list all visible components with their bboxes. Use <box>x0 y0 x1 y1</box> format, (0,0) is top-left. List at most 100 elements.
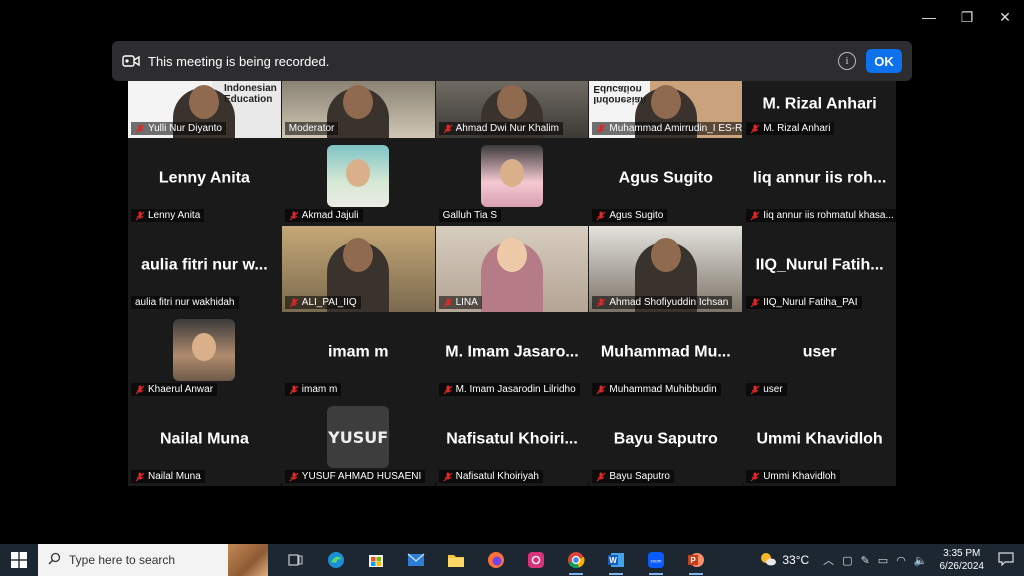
weather-widget[interactable]: 33°C <box>759 551 809 570</box>
person-head <box>496 85 527 119</box>
participant-display-name: Agus Sugito <box>618 169 713 187</box>
participant-tile[interactable]: Indonesian Education Yulli Nur Diyanto <box>128 81 281 138</box>
participant-tile[interactable]: Galluh Tia S <box>435 139 589 225</box>
participant-tile[interactable]: imam m imam m <box>281 313 435 399</box>
participant-name-tag: Lenny Anita <box>131 209 205 222</box>
volume-icon[interactable]: 🔈 <box>914 554 928 567</box>
powerpoint-icon[interactable]: P <box>676 544 716 576</box>
task-view-icon[interactable] <box>276 544 316 576</box>
participant-name-tag: IIQ_Nurul Fatiha_PAI <box>746 296 862 309</box>
participant-display-name: Muhammad Mu... <box>600 343 731 361</box>
participant-name: user <box>763 384 783 395</box>
chevron-up-icon[interactable]: ︿ <box>823 552 834 568</box>
info-icon[interactable]: i <box>838 52 856 70</box>
participant-tile[interactable]: LINA <box>435 226 589 312</box>
avatar-face <box>192 333 217 361</box>
taskbar-search-box[interactable]: Type here to search <box>38 544 268 576</box>
word-icon[interactable]: W <box>596 544 636 576</box>
file-explorer-icon[interactable] <box>436 544 476 576</box>
participant-tile[interactable]: Ahmad Shofiyuddin Ichsan <box>589 226 743 312</box>
participant-name: Muhammad Muhibbudin <box>609 384 717 395</box>
participant-tile[interactable]: M. Imam Jasaro... M. Imam Jasarodin Lilri… <box>435 313 589 399</box>
participant-name-tag: user <box>746 383 787 396</box>
pen-icon[interactable]: ✎ <box>861 554 870 567</box>
logo-line-1: Indonesian <box>593 94 647 105</box>
participant-tile[interactable]: aulia fitri nur w... aulia fitri nur wakh… <box>128 226 281 312</box>
search-icon <box>48 552 61 568</box>
participant-tile[interactable]: Ahmad Dwi Nur Khalim <box>435 81 589 138</box>
weather-sun-icon <box>759 551 777 570</box>
edge-browser-icon[interactable] <box>316 544 356 576</box>
participant-name: IIQ_Nurul Fatiha_PAI <box>763 297 858 308</box>
muted-microphone-icon <box>596 298 606 307</box>
participant-tile[interactable]: Indonesian Education Muhammad Amirrudin_I … <box>589 81 743 138</box>
participant-tile[interactable]: Akmad Jajuli <box>281 139 435 225</box>
restore-button[interactable]: ❐ <box>948 0 986 34</box>
battery-icon[interactable]: ▭ <box>878 554 888 567</box>
clock[interactable]: 3:35 PM 6/26/2024 <box>940 547 985 573</box>
participant-name-tag: Nailal Muna <box>131 470 205 483</box>
participant-tile[interactable]: IIQ_Nurul Fatih... IIQ_Nurul Fatiha_PAI <box>743 226 896 312</box>
meet-now-icon[interactable]: ▢ <box>842 554 852 567</box>
participant-tile[interactable]: Bayu Saputro Bayu Saputro <box>589 400 743 486</box>
taskbar: Type here to search W zoom P 33°C ︿ ▢ ✎ … <box>0 544 1024 576</box>
participant-tile[interactable]: user user <box>743 313 896 399</box>
participant-name: Ummi Khavidloh <box>763 471 836 482</box>
wifi-icon[interactable]: ◠ <box>896 554 906 567</box>
participant-tile[interactable]: Khaerul Anwar <box>128 313 281 399</box>
participant-tile[interactable]: ALI_PAI_IIQ <box>281 226 435 312</box>
participant-tile[interactable]: Moderator <box>281 81 435 138</box>
zoom-icon[interactable]: zoom <box>636 544 676 576</box>
participant-tile[interactable]: Muhammad Mu... Muhammad Muhibbudin <box>589 313 743 399</box>
close-button[interactable]: ✕ <box>986 0 1024 34</box>
participant-name-tag: Moderator <box>284 122 339 135</box>
participant-name-tag: Nafisatul Khoiriyah <box>438 470 543 483</box>
muted-microphone-icon <box>443 298 453 307</box>
muted-microphone-icon <box>750 385 760 394</box>
participant-name-tag: Yulli Nur Diyanto <box>131 122 226 135</box>
participant-name-tag: M. Rizal Anhari <box>746 122 835 135</box>
minimize-button[interactable]: — <box>910 0 948 34</box>
participant-display-name: Iiq annur iis roh... <box>752 169 887 187</box>
windows-start-icon[interactable] <box>0 544 38 576</box>
participant-name: Bayu Saputro <box>609 471 670 482</box>
participant-display-name: imam m <box>327 343 389 361</box>
logo-line-2: Education <box>224 94 273 105</box>
participant-name: Nafisatul Khoiriyah <box>455 471 539 482</box>
svg-text:P: P <box>690 556 696 565</box>
notifications-icon[interactable] <box>998 551 1014 569</box>
participant-name-tag: Iiq annur iis rohmatul khasa... <box>746 209 896 222</box>
muted-microphone-icon <box>750 472 760 481</box>
muted-microphone-icon <box>135 211 145 220</box>
microsoft-store-icon[interactable] <box>356 544 396 576</box>
participant-tile[interactable]: YUSUF YUSUF AHMAD HUSAENI <box>281 400 435 486</box>
participant-name-tag: Galluh Tia S <box>438 209 502 222</box>
participant-tile[interactable]: Nailal Muna Nailal Muna <box>128 400 281 486</box>
participant-tile[interactable]: Agus Sugito Agus Sugito <box>589 139 743 225</box>
participant-name-tag: YUSUF AHMAD HUSAENI <box>284 470 426 483</box>
mail-icon[interactable] <box>396 544 436 576</box>
svg-text:W: W <box>609 556 617 565</box>
participant-tile[interactable]: Iiq annur iis roh... Iiq annur iis rohmat… <box>743 139 896 225</box>
muted-microphone-icon <box>596 472 606 481</box>
instagram-icon[interactable] <box>516 544 556 576</box>
participant-name: Agus Sugito <box>609 210 664 221</box>
participant-name: aulia fitri nur wakhidah <box>135 297 235 308</box>
clock-time: 3:35 PM <box>943 548 981 559</box>
participant-display-name: aulia fitri nur w... <box>141 256 268 274</box>
ok-button[interactable]: OK <box>866 49 902 73</box>
person-head <box>650 238 681 272</box>
participant-display-name: Nafisatul Khoiri... <box>446 430 578 448</box>
participant-tile[interactable]: Ummi Khavidloh Ummi Khavidloh <box>743 400 896 486</box>
muted-microphone-icon <box>596 211 606 220</box>
participant-tile[interactable]: M. Rizal Anhari M. Rizal Anhari <box>743 81 896 138</box>
background-logo-text: Indonesian Education <box>593 83 646 105</box>
chrome-icon[interactable] <box>556 544 596 576</box>
participant-display-name: Nailal Muna <box>159 430 249 448</box>
muted-microphone-icon <box>443 385 453 394</box>
participant-tile[interactable]: Lenny Anita Lenny Anita <box>128 139 281 225</box>
profile-picture: YUSUF <box>327 406 390 468</box>
participant-tile[interactable]: Nafisatul Khoiri... Nafisatul Khoiriyah <box>435 400 589 486</box>
firefox-icon[interactable] <box>476 544 516 576</box>
participant-name-tag: Akmad Jajuli <box>284 209 363 222</box>
